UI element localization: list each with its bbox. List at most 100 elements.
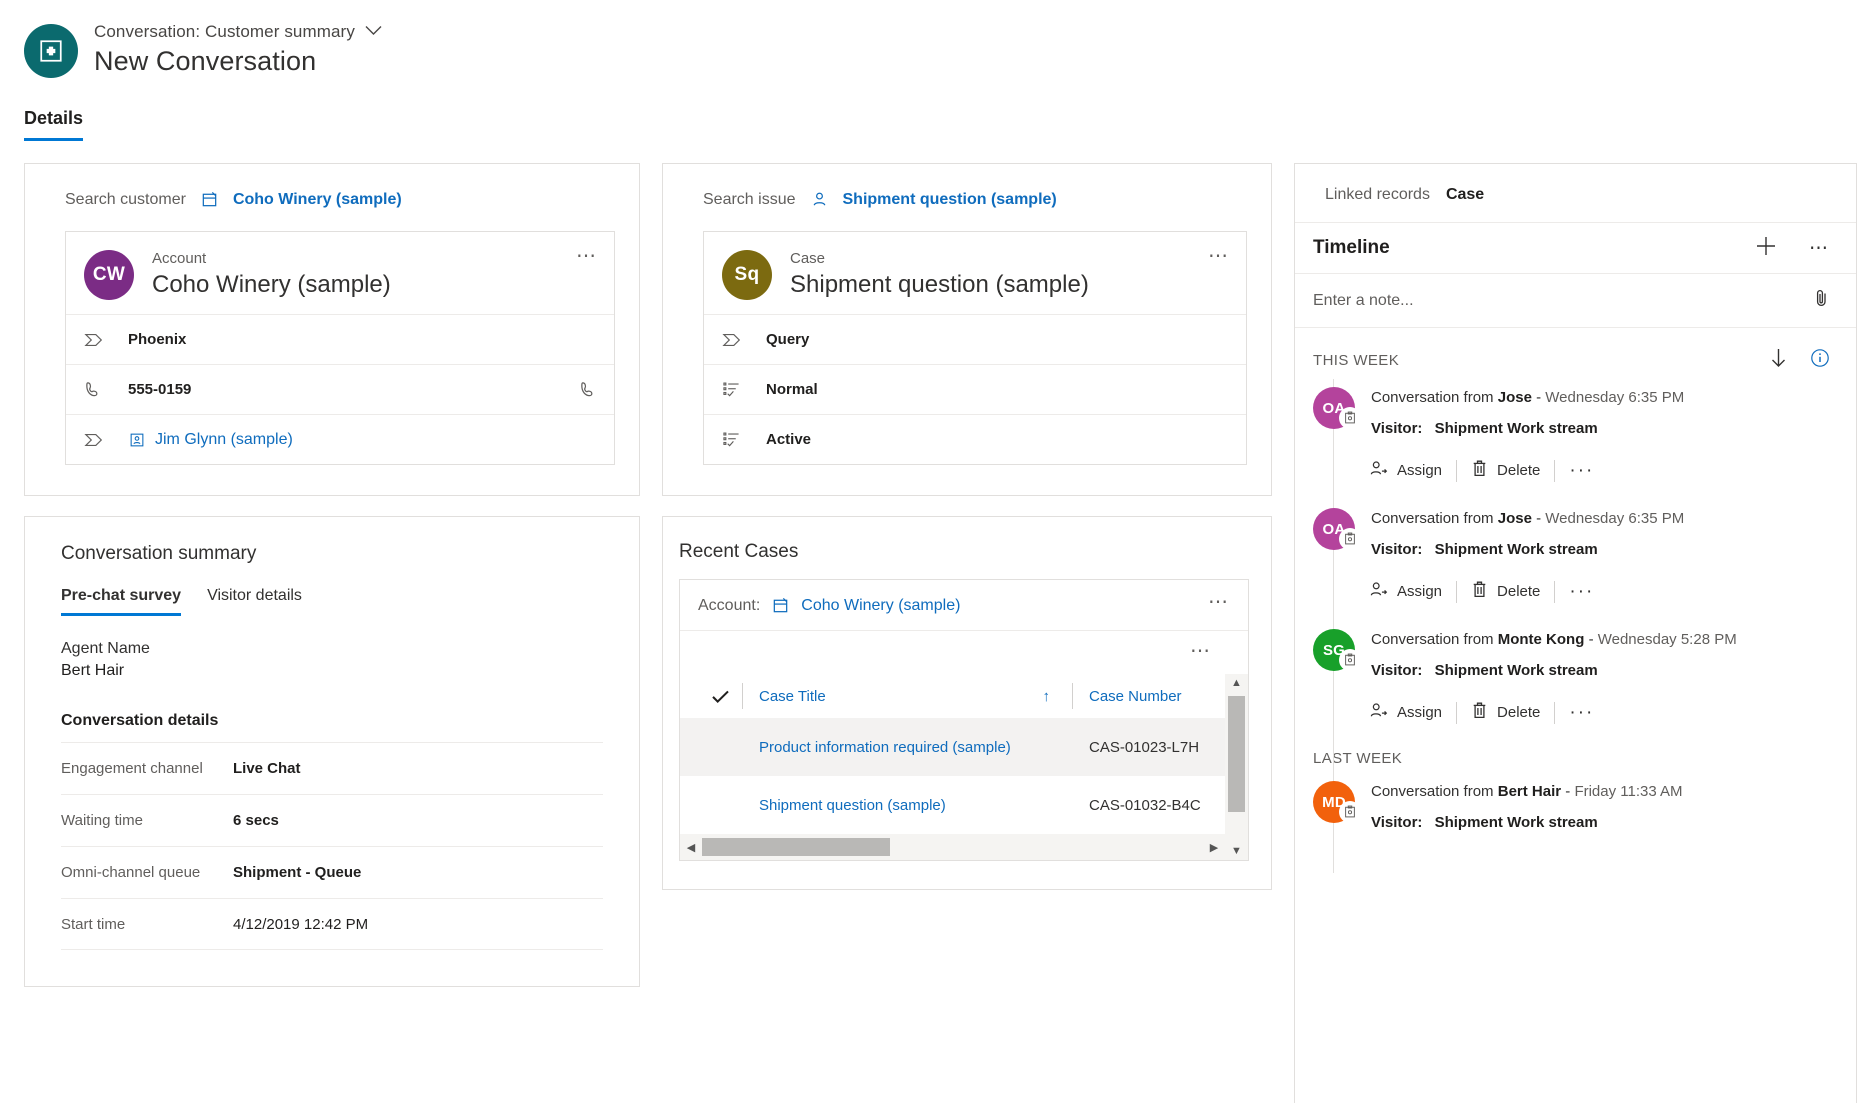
contact-name[interactable]: Jim Glynn (sample) <box>155 431 293 449</box>
assign-icon <box>1369 459 1388 482</box>
vertical-scroll-thumb[interactable] <box>1228 696 1245 812</box>
search-issue-label: Search issue <box>703 191 796 209</box>
conversation-details-table: Engagement channel Live Chat Waiting tim… <box>61 742 603 950</box>
breadcrumb[interactable]: Conversation: Customer summary <box>94 22 382 42</box>
timeline-item[interactable]: SG Conversation from Mon <box>1313 621 1856 724</box>
agent-name-value: Bert Hair <box>61 662 603 680</box>
right-column: Linked records Case Timeline ⋯ Enter a n… <box>1294 163 1857 1103</box>
timeline-item-more-icon[interactable]: ··· <box>1569 582 1594 601</box>
timeline-detail-value: Shipment Work stream <box>1435 420 1598 437</box>
issue-search-value[interactable]: Shipment question (sample) <box>843 191 1057 209</box>
more-icon[interactable]: ⋯ <box>1809 239 1830 258</box>
status-icon <box>722 431 766 448</box>
delete-button[interactable]: Delete <box>1471 459 1554 482</box>
timeline-item-more-icon[interactable]: ··· <box>1569 461 1594 480</box>
tab-strip: Details <box>24 108 1875 141</box>
tab-visitor-details[interactable]: Visitor details <box>207 587 302 616</box>
chevron-down-icon[interactable] <box>365 23 382 41</box>
timeline-item-title: Conversation from Bert Hair - Friday 11:… <box>1371 783 1856 800</box>
delete-button[interactable]: Delete <box>1471 580 1554 603</box>
timeline-group-actions <box>1769 348 1830 373</box>
recent-cases-grid-toolbar: ⋯ <box>680 630 1248 674</box>
action-separator <box>1554 581 1555 603</box>
column-header-label: Case Title <box>759 688 826 705</box>
timeline-item[interactable]: MD Conversation from Ber <box>1313 773 1856 831</box>
assign-button[interactable]: Assign <box>1369 701 1456 724</box>
timeline-header-actions: ⋯ <box>1755 235 1830 262</box>
timeline-group-label: THIS WEEK <box>1313 352 1399 369</box>
account-name: Coho Winery (sample) <box>152 271 391 300</box>
linked-records-label: Linked records <box>1325 186 1430 204</box>
info-icon[interactable] <box>1810 348 1830 373</box>
case-title-link[interactable]: Product information required (sample) <box>742 739 1072 756</box>
tab-details[interactable]: Details <box>24 108 83 141</box>
grid-command-more-icon[interactable]: ⋯ <box>1190 641 1212 661</box>
grid-header-row: Case Title ↑ Case Number <box>680 674 1248 718</box>
timeline-item-body: Conversation from Monte Kong - Wednesday… <box>1371 629 1856 679</box>
case-card-more-icon[interactable]: ⋯ <box>1208 246 1230 266</box>
main-columns: Search customer Coho Winery (sample) CW … <box>0 141 1875 1103</box>
sort-ascending-icon[interactable]: ↑ <box>1043 688 1051 705</box>
timeline-title: Timeline <box>1313 237 1390 259</box>
conversation-customer-summary-page: Conversation: Customer summary New Conve… <box>0 0 1875 1103</box>
timeline-item-prefix: Conversation from <box>1371 389 1494 406</box>
paperclip-icon[interactable] <box>1813 288 1830 313</box>
linked-records-value[interactable]: Case <box>1446 186 1484 204</box>
select-all-checkbox[interactable] <box>698 689 742 704</box>
timeline-avatar-wrap: SG <box>1313 629 1371 671</box>
case-card: Sq Case Shipment question (sample) ⋯ Que… <box>703 231 1247 465</box>
scroll-up-icon[interactable]: ▲ <box>1231 674 1242 692</box>
recent-cases-account-value[interactable]: Coho Winery (sample) <box>801 597 960 615</box>
scroll-down-icon[interactable]: ▼ <box>1231 842 1242 860</box>
horizontal-scroll-thumb[interactable] <box>702 838 890 856</box>
account-field-contact: Jim Glynn (sample) <box>66 414 614 464</box>
timeline-item-more-icon[interactable]: ··· <box>1569 703 1594 722</box>
timeline-header: Timeline ⋯ <box>1295 222 1856 274</box>
assign-button[interactable]: Assign <box>1369 459 1456 482</box>
horizontal-scroll-track[interactable] <box>702 834 1203 860</box>
agent-name-block: Agent Name Bert Hair <box>25 616 639 680</box>
note-input[interactable]: Enter a note... <box>1313 292 1414 310</box>
grid-horizontal-scrollbar[interactable]: ◀ ▶ <box>680 834 1225 860</box>
contact-link[interactable]: Jim Glynn (sample) <box>128 431 293 449</box>
breadcrumb-label: Conversation: Customer summary <box>94 22 355 42</box>
plus-icon[interactable] <box>1755 235 1777 262</box>
linked-records-row: Linked records Case <box>1295 164 1856 222</box>
scroll-left-icon[interactable]: ◀ <box>680 841 702 854</box>
case-title-link[interactable]: Shipment question (sample) <box>742 797 1072 814</box>
timeline-item[interactable]: OA Conversation from Jos <box>1313 379 1856 482</box>
assign-label: Assign <box>1397 583 1442 600</box>
action-separator <box>1554 702 1555 724</box>
note-input-row[interactable]: Enter a note... <box>1295 274 1856 328</box>
recent-cases-more-icon[interactable]: ⋯ <box>1208 592 1230 612</box>
detail-row-omni-channel-queue: Omni-channel queue Shipment - Queue <box>61 846 603 898</box>
timeline-item-actor: Monte Kong <box>1498 631 1585 648</box>
customer-search-value[interactable]: Coho Winery (sample) <box>233 191 402 209</box>
detail-value: 4/12/2019 12:42 PM <box>233 916 368 933</box>
recent-cases-grid: Case Title ↑ Case Number Product informa… <box>680 674 1248 860</box>
recent-cases-title: Recent Cases <box>663 517 1271 563</box>
agent-name-label: Agent Name <box>61 640 603 658</box>
delete-button[interactable]: Delete <box>1471 701 1554 724</box>
arrow-down-icon[interactable] <box>1769 348 1788 373</box>
trash-icon <box>1471 580 1488 603</box>
table-row[interactable]: Product information required (sample) CA… <box>680 718 1248 776</box>
recent-cases-box: Account: Coho Winery (sample) ⋯ ⋯ <box>679 579 1249 861</box>
column-header-case-title[interactable]: Case Title ↑ <box>742 683 1072 709</box>
column-header-case-number[interactable]: Case Number <box>1072 683 1232 709</box>
timeline-item-detail: Visitor: Shipment Work stream <box>1371 662 1856 679</box>
phone-icon <box>84 380 128 399</box>
account-card-more-icon[interactable]: ⋯ <box>576 246 598 266</box>
timeline-item-dash: - <box>1536 510 1541 527</box>
grid-vertical-scrollbar[interactable]: ▲ ▼ <box>1225 674 1248 860</box>
timeline-item-body: Conversation from Jose - Wednesday 6:35 … <box>1371 387 1856 437</box>
scroll-right-icon[interactable]: ▶ <box>1203 841 1225 854</box>
recent-cases-section: Recent Cases Account: Coho Winery (sampl… <box>662 516 1272 890</box>
table-row[interactable]: Shipment question (sample) CAS-01032-B4C <box>680 776 1248 834</box>
timeline-item[interactable]: OA Conversation from Jos <box>1313 500 1856 603</box>
tab-pre-chat-survey[interactable]: Pre-chat survey <box>61 587 181 616</box>
assign-button[interactable]: Assign <box>1369 580 1456 603</box>
timeline-item-time: Friday 11:33 AM <box>1574 783 1682 800</box>
call-icon[interactable] <box>579 380 598 399</box>
timeline-item-row: SG Conversation from Mon <box>1313 629 1856 679</box>
